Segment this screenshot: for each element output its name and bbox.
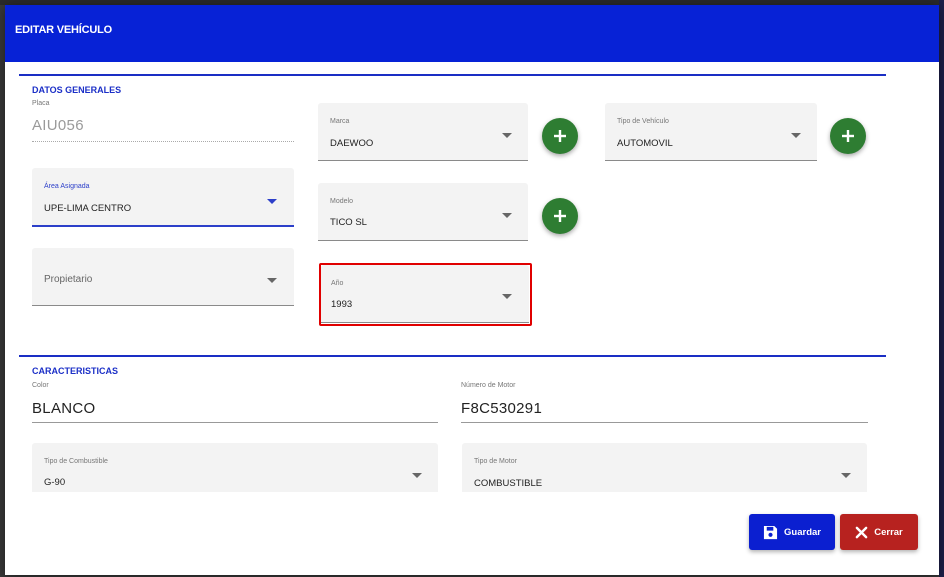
color-field[interactable]: Color BLANCO xyxy=(32,382,438,424)
tipo-motor-value: COMBUSTIBLE xyxy=(474,478,543,489)
caret-down-icon xyxy=(502,213,512,218)
tipo-combustible-select[interactable]: Tipo de Combustible G-90 xyxy=(32,443,438,492)
marca-select[interactable]: Marca DAEWOO xyxy=(318,103,528,161)
add-modelo-button[interactable] xyxy=(542,198,578,234)
dialog-header: EDITAR VEHÍCULO xyxy=(5,5,939,62)
tipo-combustible-label: Tipo de Combustible xyxy=(44,458,108,465)
dialog-title: EDITAR VEHÍCULO xyxy=(15,24,113,36)
tipo-combustible-value: G-90 xyxy=(44,477,66,488)
area-asignada-value: UPE-LIMA CENTRO xyxy=(44,203,132,214)
modelo-label: Modelo xyxy=(330,198,353,205)
modelo-value: TICO SL xyxy=(330,217,367,228)
tipo-vehiculo-label: Tipo de Vehículo xyxy=(617,118,669,125)
color-value: BLANCO xyxy=(32,400,96,417)
color-underline xyxy=(32,422,438,423)
tipo-vehiculo-value: AUTOMOVIL xyxy=(617,138,673,149)
color-label: Color xyxy=(32,382,49,389)
placa-value: AIU056 xyxy=(32,117,84,134)
section-title-caracteristicas: CARACTERISTICAS xyxy=(32,366,119,376)
save-button-label: Guardar xyxy=(784,526,821,538)
propietario-select[interactable]: Propietario xyxy=(32,248,294,306)
caret-down-icon xyxy=(267,199,277,204)
close-button[interactable]: Cerrar xyxy=(840,514,918,550)
caret-down-icon xyxy=(267,278,277,283)
numero-motor-value: F8C530291 xyxy=(461,400,543,417)
caret-down-icon xyxy=(412,473,422,478)
area-asignada-label: Área Asignada xyxy=(44,183,90,190)
caret-down-icon xyxy=(841,473,851,478)
edit-vehicle-dialog: EDITAR VEHÍCULO DATOS GENERALES Placa AI… xyxy=(5,5,939,575)
numero-motor-label: Número de Motor xyxy=(461,382,516,389)
numero-motor-field[interactable]: Número de Motor F8C530291 xyxy=(461,382,868,424)
caret-down-icon xyxy=(502,133,512,138)
tipo-motor-select[interactable]: Tipo de Motor COMBUSTIBLE xyxy=(462,443,867,492)
save-button[interactable]: Guardar xyxy=(749,514,835,550)
propietario-placeholder: Propietario xyxy=(44,274,93,285)
marca-label: Marca xyxy=(330,118,350,125)
tipo-motor-label: Tipo de Motor xyxy=(474,458,517,465)
section-divider-caracteristicas xyxy=(19,355,886,357)
area-asignada-select[interactable]: Área Asignada UPE-LIMA CENTRO xyxy=(32,168,294,227)
placa-field: Placa AIU056 xyxy=(32,100,294,142)
add-marca-button[interactable] xyxy=(542,118,578,154)
placa-label: Placa xyxy=(32,100,50,107)
dialog-body[interactable]: DATOS GENERALES Placa AIU056 Marca DAEWO… xyxy=(5,62,939,492)
plus-icon xyxy=(554,210,566,222)
anio-highlight-box xyxy=(319,263,532,326)
tipo-vehiculo-select[interactable]: Tipo de Vehículo AUTOMOVIL xyxy=(605,103,817,161)
numero-motor-underline xyxy=(461,422,868,423)
close-x-icon xyxy=(855,526,868,538)
plus-icon xyxy=(554,130,566,142)
add-tipo-vehiculo-button[interactable] xyxy=(830,118,866,154)
floppy-disk-icon xyxy=(763,525,778,539)
caret-down-icon xyxy=(791,133,801,138)
background-app-right xyxy=(939,0,944,577)
marca-value: DAEWOO xyxy=(330,138,374,149)
plus-icon xyxy=(842,130,854,142)
section-title-datos-generales: DATOS GENERALES xyxy=(32,85,122,95)
section-divider-datos-generales xyxy=(19,74,886,76)
modelo-select[interactable]: Modelo TICO SL xyxy=(318,183,528,241)
close-button-label: Cerrar xyxy=(874,526,903,538)
